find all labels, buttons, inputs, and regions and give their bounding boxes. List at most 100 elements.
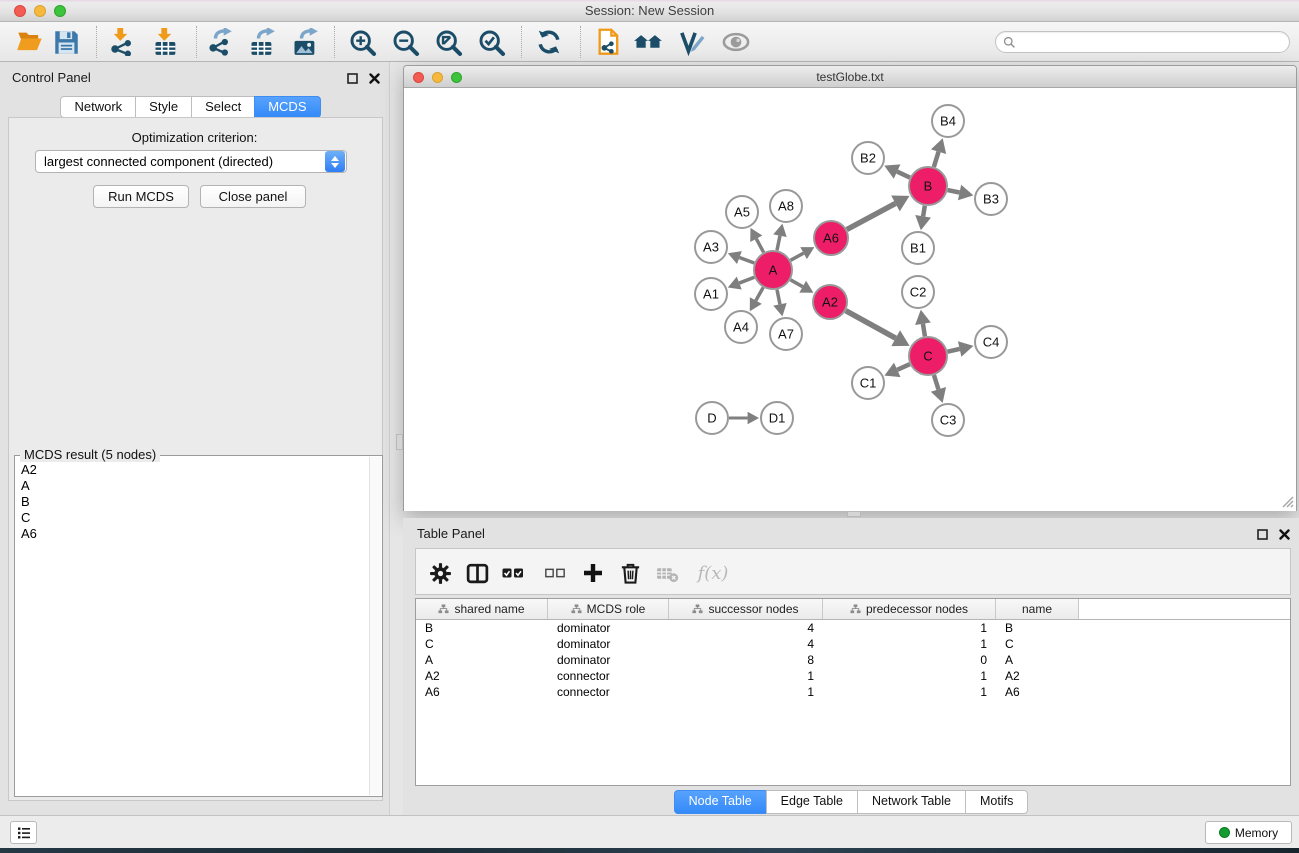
close-icon: [369, 73, 380, 84]
home-button[interactable]: [633, 27, 663, 57]
table-cell: A: [996, 653, 1079, 667]
column-header-predecessor-nodes[interactable]: predecessor nodes: [823, 599, 996, 619]
network-vertical-scrollbar[interactable]: [396, 434, 403, 450]
table-settings-button[interactable]: [425, 558, 455, 588]
graph-node-label: A: [769, 263, 778, 278]
graph-node-label: A3: [703, 240, 719, 255]
result-list-item[interactable]: B: [17, 494, 368, 510]
close-panel-button[interactable]: [367, 71, 381, 85]
window-title: Session: New Session: [0, 3, 1299, 18]
tab-network[interactable]: Network: [60, 96, 136, 118]
export-image-button[interactable]: [290, 27, 320, 57]
table-cell: dominator: [548, 621, 669, 635]
import-table-button[interactable]: [151, 27, 181, 57]
network-canvas[interactable]: AA1A2A3A4A5A6A7A8BB1B2B3B4CC1C2C3C4DD1: [404, 88, 1296, 511]
graph-node-label: C3: [940, 413, 957, 428]
close-table-panel-button[interactable]: [1277, 527, 1291, 541]
table-row[interactable]: Cdominator41C: [416, 636, 1290, 652]
tab-style[interactable]: Style: [135, 96, 192, 118]
table-row[interactable]: A6connector11A6: [416, 684, 1290, 700]
mcds-result-list: A2ABCA6: [17, 462, 368, 794]
toolbar-separator: [196, 26, 197, 58]
float-panel-button[interactable]: [345, 71, 359, 85]
table-row[interactable]: A2connector11A2: [416, 668, 1290, 684]
selected-criterion: largest connected component (directed): [36, 154, 325, 169]
export-table-icon: [248, 28, 276, 56]
table-cell: C: [416, 637, 548, 651]
open-folder-button[interactable]: [15, 27, 45, 57]
graph-node-label: A8: [778, 199, 794, 214]
table-body: Bdominator41BCdominator41CAdominator80AA…: [416, 620, 1290, 700]
network-graph: AA1A2A3A4A5A6A7A8BB1B2B3B4CC1C2C3C4DD1: [404, 88, 1296, 511]
column-header-successor-nodes[interactable]: successor nodes: [669, 599, 823, 619]
tab-edge-table[interactable]: Edge Table: [766, 790, 858, 814]
table-cell: 1: [823, 669, 996, 683]
resize-grip-icon[interactable]: [1280, 494, 1294, 508]
task-history-button[interactable]: [10, 821, 37, 844]
deselect-all-icon: [544, 562, 566, 584]
import-table-icon: [152, 28, 180, 56]
add-column-button[interactable]: [578, 558, 608, 588]
eye-icon: [721, 27, 751, 57]
run-mcds-button[interactable]: Run MCDS: [93, 185, 189, 208]
graph-node-label: A6: [823, 231, 839, 246]
search-input[interactable]: [1020, 33, 1289, 51]
result-list-item[interactable]: C: [17, 510, 368, 526]
tab-motifs[interactable]: Motifs: [965, 790, 1028, 814]
refresh-button[interactable]: [534, 27, 564, 57]
save-session-button[interactable]: [51, 27, 81, 57]
zoom-fit-button[interactable]: [433, 27, 463, 57]
zoom-selected-button[interactable]: [476, 27, 506, 57]
delete-column-button[interactable]: [615, 558, 645, 588]
mcds-result-title: MCDS result (5 nodes): [20, 447, 160, 462]
column-header-shared-name[interactable]: shared name: [416, 599, 548, 619]
optimization-criterion-label: Optimization criterion:: [0, 130, 389, 145]
result-list-item[interactable]: A6: [17, 526, 368, 542]
table-row[interactable]: Bdominator41B: [416, 620, 1290, 636]
table-row[interactable]: Adominator80A: [416, 652, 1290, 668]
formula-builder-button[interactable]: f(x): [691, 558, 735, 588]
control-panel-tabs: NetworkStyleSelectMCDS: [0, 96, 381, 118]
zoom-in-button[interactable]: [347, 27, 377, 57]
network-horizontal-scrollbar[interactable]: [847, 511, 861, 517]
graph-node-label: B1: [910, 241, 926, 256]
table-cell: connector: [548, 685, 669, 699]
export-network-button[interactable]: [204, 27, 234, 57]
graph-node-label: C: [923, 349, 932, 364]
result-list-item[interactable]: A2: [17, 462, 368, 478]
graph-node-label: A5: [734, 205, 750, 220]
result-scrollbar[interactable]: [369, 457, 381, 795]
graph-node-label: B: [924, 179, 933, 194]
zoom-in-icon: [348, 28, 377, 57]
tab-network-table[interactable]: Network Table: [857, 790, 966, 814]
control-panel: Control Panel NetworkStyleSelectMCDS Opt…: [0, 62, 390, 815]
graph-node-label: B3: [983, 192, 999, 207]
deselect-all-button[interactable]: [540, 558, 570, 588]
copy-network-button[interactable]: [594, 27, 624, 57]
column-header-name[interactable]: name: [996, 599, 1079, 619]
result-list-item[interactable]: A: [17, 478, 368, 494]
zoom-out-button[interactable]: [390, 27, 420, 57]
export-table-button[interactable]: [247, 27, 277, 57]
memory-button[interactable]: Memory: [1205, 821, 1292, 844]
node-table[interactable]: shared nameMCDS rolesuccessor nodesprede…: [415, 598, 1291, 786]
network-window-titlebar[interactable]: testGlobe.txt: [404, 66, 1296, 88]
float-table-panel-button[interactable]: [1255, 527, 1269, 541]
tab-mcds[interactable]: MCDS: [254, 96, 320, 118]
select-all-button[interactable]: [498, 558, 528, 588]
split-panel-button[interactable]: [462, 558, 492, 588]
vizmapper-button[interactable]: [676, 27, 706, 57]
table-toolbar: f(x): [415, 548, 1291, 595]
graph-node-label: D1: [769, 411, 786, 426]
close-mcds-panel-button[interactable]: Close panel: [200, 185, 306, 208]
import-network-button[interactable]: [107, 27, 137, 57]
tab-select[interactable]: Select: [191, 96, 255, 118]
optimization-criterion-select[interactable]: largest connected component (directed): [35, 150, 347, 173]
table-cell: A2: [416, 669, 548, 683]
column-header-MCDS-role[interactable]: MCDS role: [548, 599, 669, 619]
table-cell: 4: [669, 637, 823, 651]
tab-node-table[interactable]: Node Table: [674, 790, 767, 814]
show-hide-details-button[interactable]: [721, 27, 751, 57]
delete-table-button[interactable]: [652, 558, 682, 588]
refresh-icon: [535, 28, 563, 56]
